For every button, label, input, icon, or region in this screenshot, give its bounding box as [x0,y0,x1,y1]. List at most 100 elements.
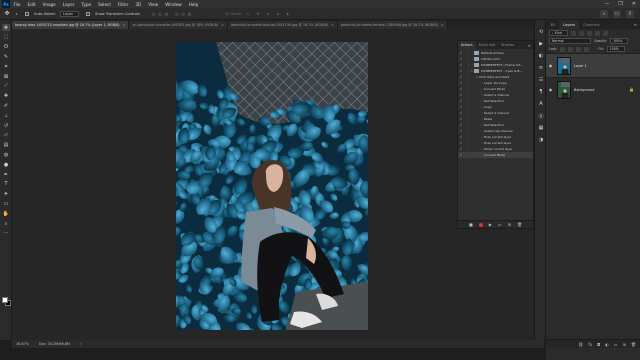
dodge-icon[interactable]: ● [2,161,10,168]
play-action-icon[interactable]: ▶ [537,40,545,48]
layer-name[interactable]: Layer 1 [574,64,587,68]
menu-window[interactable]: Window [162,2,186,7]
lock-position-icon[interactable] [568,46,574,52]
pixel-filter-icon[interactable] [570,30,576,36]
panel-menu-icon[interactable]: ≡ [528,43,531,48]
share-icon[interactable]: ⇪ [626,10,634,18]
adjustment-layer-icon[interactable]: ◐ [605,342,609,347]
eyedropper-icon[interactable]: ⟋ [2,83,10,90]
lock-pixels-icon[interactable] [560,46,566,52]
glyphs-icon[interactable]: Ⓐ [537,112,545,120]
dialog-toggle[interactable] [464,63,469,67]
app-logo[interactable]: Ps [2,0,10,8]
close-tab-icon[interactable]: × [331,23,334,27]
fx-icon[interactable]: fx [588,342,592,347]
status-chevron-icon[interactable]: › [80,342,81,346]
lasso-icon[interactable]: ʘ [2,44,10,51]
close-tab-icon[interactable]: × [123,23,126,27]
move-tool-icon[interactable]: ✥ [3,10,11,18]
foreground-color-swatch[interactable] [2,297,8,303]
smart-filter-icon[interactable] [602,30,608,36]
action-step-row[interactable]: ✓ › Convert Mode [458,152,533,158]
record-icon[interactable] [478,222,483,227]
new-action-icon[interactable]: ⊞ [508,222,511,227]
delete-icon[interactable]: 🗑 [517,222,522,227]
properties-icon[interactable]: ≡ [537,64,545,72]
menu-select[interactable]: Select [95,2,115,7]
dialog-toggle[interactable] [464,75,469,79]
tab-brush-settings[interactable]: Brush Sett [476,41,499,49]
history-icon[interactable]: ⟲ [537,28,545,36]
group-icon[interactable]: ▭ [614,342,618,347]
tab-layers[interactable]: Layers [559,20,579,29]
menu-image[interactable]: Image [39,2,59,7]
swatch-icon[interactable]: ▦ [537,124,545,132]
dialog-toggle[interactable] [464,81,469,85]
align-icons[interactable]: ▥▤▦ ▥▤▦ ··· [152,12,211,16]
layer-row-background[interactable]: ◉ Background 🔒 [546,77,640,101]
type-filter-icon[interactable] [586,30,592,36]
dialog-toggle[interactable] [464,147,469,151]
layer-name[interactable]: Background [574,88,594,92]
dialog-toggle[interactable] [464,99,469,103]
menu-3d[interactable]: 3D [132,2,145,7]
restore-icon[interactable]: ❐ [618,1,622,7]
clone-stamp-icon[interactable]: ⊥ [2,112,10,119]
history-brush-icon[interactable]: ↺ [2,122,10,129]
blur-icon[interactable]: ◍ [2,151,10,158]
panel-menu-icon[interactable]: ≡ [634,22,637,27]
close-window-icon[interactable]: ✕ [632,1,636,7]
zoom-icon[interactable]: ⌕ [2,220,10,227]
dialog-toggle[interactable] [464,117,469,121]
kind-filter-dropdown[interactable]: ⌕ Kind [549,30,568,36]
dialog-toggle[interactable] [464,153,469,157]
tab-brushes[interactable]: Brushes [498,41,517,49]
play-icon[interactable]: ▶ [489,222,492,227]
menu-layer[interactable]: Layer [59,2,78,7]
search-icon[interactable]: ⌕ [600,10,608,18]
libraries-icon[interactable]: ☷ [537,76,545,84]
paragraph-icon[interactable]: ¶ [537,88,545,96]
pen-icon[interactable]: ✒ [2,171,10,178]
close-tab-icon[interactable]: × [221,23,224,27]
color-icon[interactable]: ◑ [537,136,545,144]
lock-artboard-icon[interactable] [576,46,582,52]
dialog-toggle[interactable] [464,129,469,133]
workspace-icon[interactable]: ▭ [613,10,621,18]
minimize-icon[interactable]: — [604,1,609,7]
dialog-toggle[interactable] [464,111,469,115]
eye-icon[interactable]: ◉ [546,63,555,68]
tab-actions[interactable]: Actions [458,41,476,49]
dialog-toggle[interactable] [464,123,469,127]
path-select-icon[interactable]: ➤ [2,191,10,198]
dialog-toggle[interactable] [464,105,469,109]
blend-mode-dropdown[interactable]: Normal [549,38,591,44]
opacity-field[interactable]: 100% [610,38,629,44]
quick-select-icon[interactable]: ✎ [2,53,10,60]
dialog-toggle[interactable] [464,51,469,55]
tab-3d[interactable]: 3D [546,20,559,29]
crop-icon[interactable]: ⌗ [2,63,10,70]
healing-icon[interactable]: ✚ [2,93,10,100]
dialog-toggle[interactable] [464,141,469,145]
brush-icon[interactable]: ✐ [2,102,10,109]
dialog-toggle[interactable] [464,93,469,97]
dialog-toggle[interactable] [464,69,469,73]
menu-help[interactable]: Help [185,2,202,7]
dialog-toggle[interactable] [464,87,469,91]
more-tools-icon[interactable]: ··· [2,230,10,237]
move-icon[interactable]: ✥ [2,24,10,31]
dialog-toggle[interactable] [464,57,469,61]
auto-select-target-dropdown[interactable]: Layer [60,10,80,17]
chevron-down-icon[interactable]: ▾ [15,10,18,18]
zoom-level[interactable]: 16.67% [16,342,29,346]
new-set-icon[interactable]: ▭ [498,222,502,227]
marquee-icon[interactable]: ⬚ [2,34,10,41]
adjustments-icon[interactable]: ◐ [537,52,545,60]
menu-edit[interactable]: Edit [24,2,39,7]
eye-icon[interactable]: ◉ [546,87,555,92]
eraser-icon[interactable]: ▱ [2,132,10,139]
auto-select-checkbox[interactable] [25,11,29,16]
lock-all-icon[interactable] [584,46,590,52]
mask-icon[interactable]: ◘ [597,342,600,347]
